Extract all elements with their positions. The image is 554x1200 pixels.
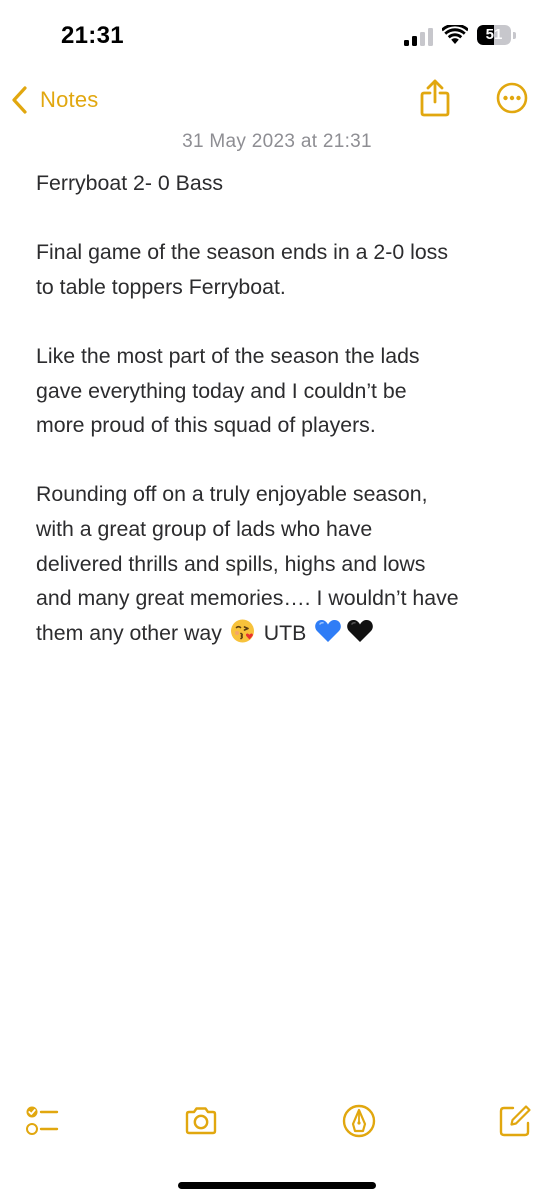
utb-text: UTB bbox=[263, 620, 307, 645]
status-bar: 21:31 51 bbox=[0, 0, 554, 72]
note-date: 31 May 2023 at 21:31 bbox=[182, 131, 372, 152]
share-icon[interactable] bbox=[418, 78, 452, 118]
note-body[interactable]: Ferryboat 2- 0 Bass Final game of the se… bbox=[36, 166, 526, 650]
note-paragraph: Final game of the season ends in a 2-0 l… bbox=[36, 240, 448, 299]
note-paragraph-final: Rounding off on a truly enjoyable season… bbox=[36, 477, 526, 650]
back-to-notes-button[interactable]: Notes bbox=[10, 80, 98, 120]
battery-body: 51 bbox=[477, 25, 511, 45]
battery-level: 51 bbox=[485, 26, 503, 43]
checklist-icon[interactable] bbox=[24, 1103, 60, 1139]
home-indicator[interactable] bbox=[178, 1182, 376, 1189]
status-time: 21:31 bbox=[61, 22, 124, 49]
camera-icon[interactable] bbox=[183, 1103, 219, 1139]
note-paragraph: Like the most part of the season the lad… bbox=[36, 343, 420, 438]
markup-pen-icon[interactable] bbox=[341, 1103, 377, 1139]
back-label: Notes bbox=[40, 87, 99, 112]
black-heart-emoji bbox=[347, 619, 374, 642]
battery-cap bbox=[513, 32, 516, 39]
more-options-icon[interactable] bbox=[496, 82, 528, 114]
notes-screen: 21:31 51 Notes 31 May 2023 at 21:31 Ferr… bbox=[0, 0, 554, 1200]
note-title: Ferryboat 2- 0 Bass bbox=[36, 171, 224, 195]
chevron-left-icon bbox=[12, 86, 27, 114]
kissing-face-heart-emoji bbox=[230, 619, 254, 643]
cellular-signal-icon bbox=[404, 28, 433, 46]
wifi-icon bbox=[442, 25, 468, 44]
blue-heart-emoji bbox=[315, 619, 342, 642]
battery-indicator: 51 bbox=[477, 25, 517, 45]
compose-icon[interactable] bbox=[497, 1103, 533, 1139]
